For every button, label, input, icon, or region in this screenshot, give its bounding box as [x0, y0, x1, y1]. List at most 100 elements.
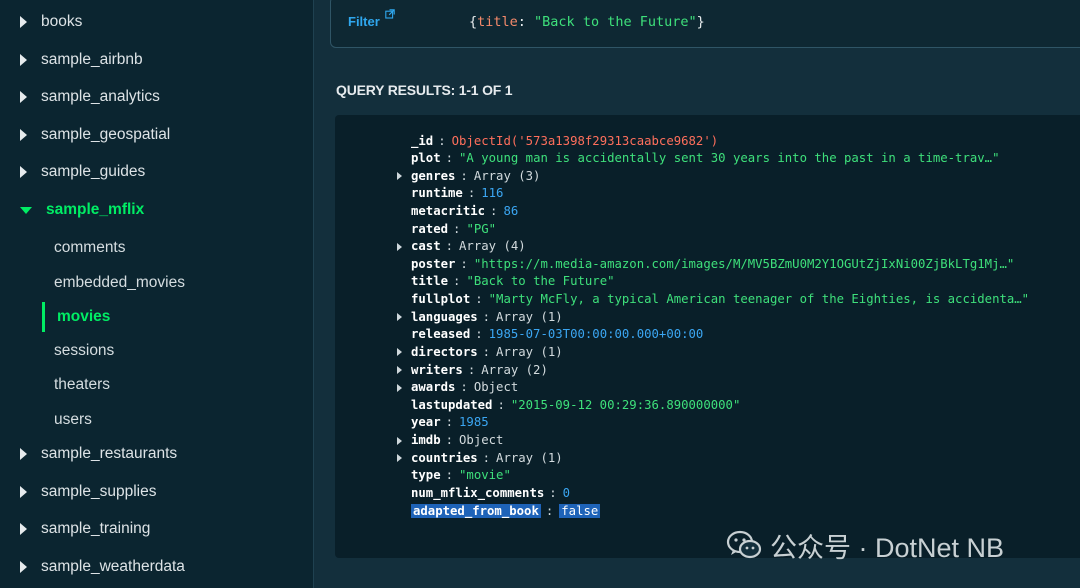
- field-key: plot: [411, 151, 441, 166]
- doc-field-imdb[interactable]: imdb: Object: [397, 432, 503, 449]
- sidebar-db-label: sample_mflix: [46, 201, 145, 218]
- caret-right-icon[interactable]: [20, 486, 27, 498]
- field-separator: :: [445, 239, 454, 254]
- field-key: year: [411, 415, 441, 430]
- sidebar-collection-movies[interactable]: movies: [42, 302, 314, 332]
- query-brace-close: }: [696, 14, 705, 30]
- field-key: runtime: [411, 186, 463, 201]
- field-value: Array (4): [459, 239, 526, 254]
- doc-field-writers[interactable]: writers: Array (2): [397, 361, 548, 378]
- wechat-icon: [726, 530, 762, 559]
- field-key: awards: [411, 380, 456, 395]
- caret-right-icon[interactable]: [20, 523, 27, 535]
- field-separator: :: [460, 256, 468, 271]
- sidebar-db-label: sample_airbnb: [41, 51, 143, 68]
- external-link-icon[interactable]: [385, 9, 395, 19]
- field-key: rated: [411, 221, 449, 236]
- doc-field-cast[interactable]: cast: Array (4): [397, 238, 526, 255]
- caret-right-icon[interactable]: [20, 16, 27, 28]
- field-separator: :: [482, 309, 491, 324]
- field-value: Object: [473, 380, 519, 395]
- doc-field-languages[interactable]: languages: Array (1): [397, 308, 563, 325]
- sidebar-db-label: sample_restaurants: [41, 445, 178, 462]
- caret-right-icon[interactable]: [20, 91, 27, 103]
- field-value: 86: [503, 203, 519, 218]
- doc-field-runtime: runtime:116: [411, 185, 503, 202]
- sidebar-collection-embedded-movies[interactable]: embedded_movies: [42, 268, 314, 298]
- sidebar-db-label: sample_guides: [41, 163, 146, 180]
- field-separator: :: [445, 433, 454, 448]
- expand-caret-icon[interactable]: [397, 383, 402, 392]
- doc-field-poster: poster: "https://m.media-amazon.com/image…: [411, 255, 1014, 272]
- expand-caret-icon[interactable]: [397, 313, 402, 322]
- field-value: 1985: [459, 415, 489, 430]
- field-value: false: [559, 503, 601, 518]
- sidebar-db-sample-mflix[interactable]: sample_mflix: [0, 196, 314, 224]
- doc-field-countries[interactable]: countries: Array (1): [397, 449, 563, 466]
- sidebar-collection-comments[interactable]: comments: [42, 233, 314, 263]
- expand-caret-icon[interactable]: [397, 348, 402, 357]
- field-value: Array (1): [496, 450, 563, 465]
- field-separator: :: [467, 362, 476, 377]
- field-value: "movie": [459, 468, 511, 483]
- field-key: countries: [411, 450, 478, 465]
- field-key: cast: [411, 239, 441, 254]
- sidebar-collection-users[interactable]: users: [42, 405, 314, 435]
- sidebar-collection-sessions[interactable]: sessions: [42, 336, 314, 366]
- doc-field-title: title: "Back to the Future": [411, 273, 615, 290]
- doc-field-rated: rated: "PG": [411, 220, 496, 237]
- expand-caret-icon[interactable]: [397, 172, 402, 181]
- sidebar-db-sample-analytics[interactable]: sample_analytics: [0, 83, 314, 111]
- expand-caret-icon[interactable]: [397, 436, 402, 445]
- field-key: fullplot: [411, 292, 471, 307]
- filter-bar[interactable]: Filter {title: "Back to the Future"}: [330, 0, 1080, 48]
- field-key: writers: [411, 362, 463, 377]
- field-separator: :: [453, 221, 461, 236]
- field-separator: :: [453, 274, 461, 289]
- doc-field-lastupdated: lastupdated: "2015-09-12 00:29:36.8900000…: [411, 396, 740, 413]
- field-key: imdb: [411, 433, 441, 448]
- expand-caret-icon[interactable]: [397, 242, 402, 251]
- field-separator: :: [438, 133, 446, 148]
- main-panel: Filter {title: "Back to the Future"} QUE…: [315, 0, 1080, 588]
- filter-label[interactable]: Filter: [348, 14, 380, 29]
- field-key: title: [411, 274, 449, 289]
- sidebar-db-sample-weatherdata[interactable]: sample_weatherdata: [0, 553, 314, 581]
- caret-right-icon[interactable]: [20, 448, 27, 460]
- field-separator: :: [497, 397, 505, 412]
- field-separator: :: [445, 415, 454, 430]
- doc-field-directors[interactable]: directors: Array (1): [397, 343, 563, 360]
- expand-caret-icon[interactable]: [397, 454, 402, 463]
- field-key: genres: [411, 168, 456, 183]
- doc-field-adapted-from-book: adapted_from_book: false: [411, 502, 601, 519]
- sidebar-db-sample-restaurants[interactable]: sample_restaurants: [0, 440, 314, 468]
- caret-right-icon[interactable]: [20, 166, 27, 178]
- caret-right-icon[interactable]: [20, 561, 27, 573]
- field-separator: :: [490, 203, 498, 218]
- expand-caret-icon[interactable]: [397, 366, 402, 375]
- field-key: metacritic: [411, 203, 486, 218]
- sidebar-db-books[interactable]: books: [0, 8, 314, 36]
- sidebar-db-sample-geospatial[interactable]: sample_geospatial: [0, 121, 314, 149]
- sidebar-db-sample-supplies[interactable]: sample_supplies: [0, 478, 314, 506]
- sidebar-db-sample-airbnb[interactable]: sample_airbnb: [0, 46, 314, 74]
- field-key: lastupdated: [411, 397, 493, 412]
- field-value: Array (1): [496, 344, 563, 359]
- sidebar-db-sample-guides[interactable]: sample_guides: [0, 158, 314, 186]
- field-key: adapted_from_book: [411, 503, 541, 518]
- field-separator: :: [445, 468, 454, 483]
- field-key: directors: [411, 344, 478, 359]
- caret-right-icon[interactable]: [20, 129, 27, 141]
- field-value: "Marty McFly, a typical American teenage…: [488, 292, 1030, 307]
- filter-query-input[interactable]: {title: "Back to the Future"}: [469, 14, 705, 30]
- field-key: released: [411, 327, 471, 342]
- doc-field-awards[interactable]: awards: Object: [397, 379, 519, 396]
- sidebar-db-sample-training[interactable]: sample_training: [0, 515, 314, 543]
- sidebar-collection-theaters[interactable]: theaters: [42, 370, 314, 400]
- field-value: "https://m.media-amazon.com/images/M/MV5…: [473, 256, 1015, 271]
- field-value: Array (1): [496, 309, 563, 324]
- doc-field-genres[interactable]: genres: Array (3): [397, 167, 540, 184]
- caret-down-icon[interactable]: [20, 206, 32, 214]
- caret-right-icon[interactable]: [20, 54, 27, 66]
- sidebar-db-label: sample_analytics: [41, 88, 160, 105]
